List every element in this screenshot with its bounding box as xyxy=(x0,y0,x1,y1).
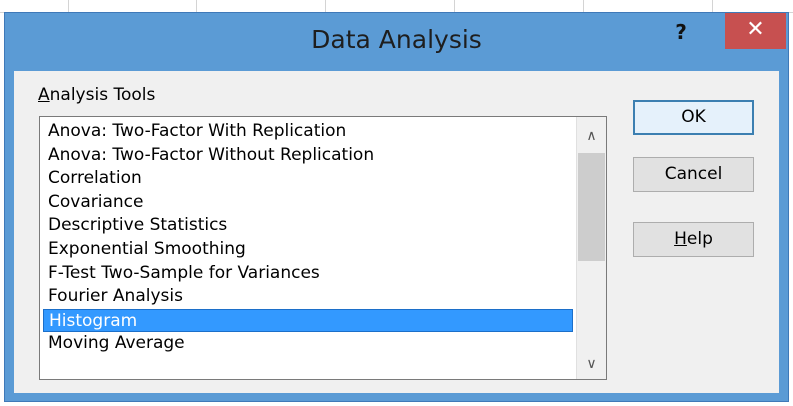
dialog-body: Analysis Tools Anova: Two-Factor With Re… xyxy=(14,71,779,393)
grid-line xyxy=(583,0,584,12)
list-item[interactable]: Correlation xyxy=(43,167,573,191)
grid-line xyxy=(712,0,713,12)
tool-list-items: Anova: Two-Factor With Replication Anova:… xyxy=(40,120,576,356)
list-item[interactable]: F-Test Two-Sample for Variances xyxy=(43,262,573,286)
list-item[interactable]: Anova: Two-Factor With Replication xyxy=(43,120,573,144)
help-button[interactable]: Help xyxy=(633,222,754,257)
grid-line xyxy=(454,0,455,12)
list-scrollbar[interactable]: ∧ ∨ xyxy=(576,117,606,379)
label-accelerator: A xyxy=(38,85,50,105)
close-icon: ✕ xyxy=(746,17,765,42)
ok-button[interactable]: OK xyxy=(633,100,754,135)
help-icon[interactable]: ? xyxy=(669,19,693,45)
analysis-tools-label: Analysis Tools xyxy=(38,85,155,105)
help-label: elp xyxy=(686,229,713,249)
list-item[interactable]: Descriptive Statistics xyxy=(43,214,573,238)
help-accelerator: H xyxy=(674,229,687,249)
label-text: nalysis Tools xyxy=(49,85,156,105)
close-button[interactable]: ✕ xyxy=(725,13,786,49)
scroll-down-icon[interactable]: ∨ xyxy=(577,349,606,379)
list-item[interactable]: Moving Average xyxy=(43,332,573,356)
list-item[interactable]: Covariance xyxy=(43,191,573,215)
analysis-tools-list[interactable]: Anova: Two-Factor With Replication Anova:… xyxy=(39,116,607,380)
cancel-button[interactable]: Cancel xyxy=(633,157,754,192)
list-item[interactable]: Fourier Analysis xyxy=(43,285,573,309)
grid-line xyxy=(196,0,197,12)
list-item[interactable]: Anova: Two-Factor Without Replication xyxy=(43,144,573,168)
data-analysis-dialog: Data Analysis ? ✕ Analysis Tools Anova: … xyxy=(4,12,789,402)
scroll-thumb[interactable] xyxy=(578,153,605,261)
grid-line xyxy=(68,0,69,12)
title-bar[interactable]: Data Analysis ? ✕ xyxy=(5,13,788,69)
list-item[interactable]: Exponential Smoothing xyxy=(43,238,573,262)
grid-line xyxy=(325,0,326,12)
scroll-up-icon[interactable]: ∧ xyxy=(577,121,606,151)
list-item[interactable]: Histogram xyxy=(43,308,573,333)
